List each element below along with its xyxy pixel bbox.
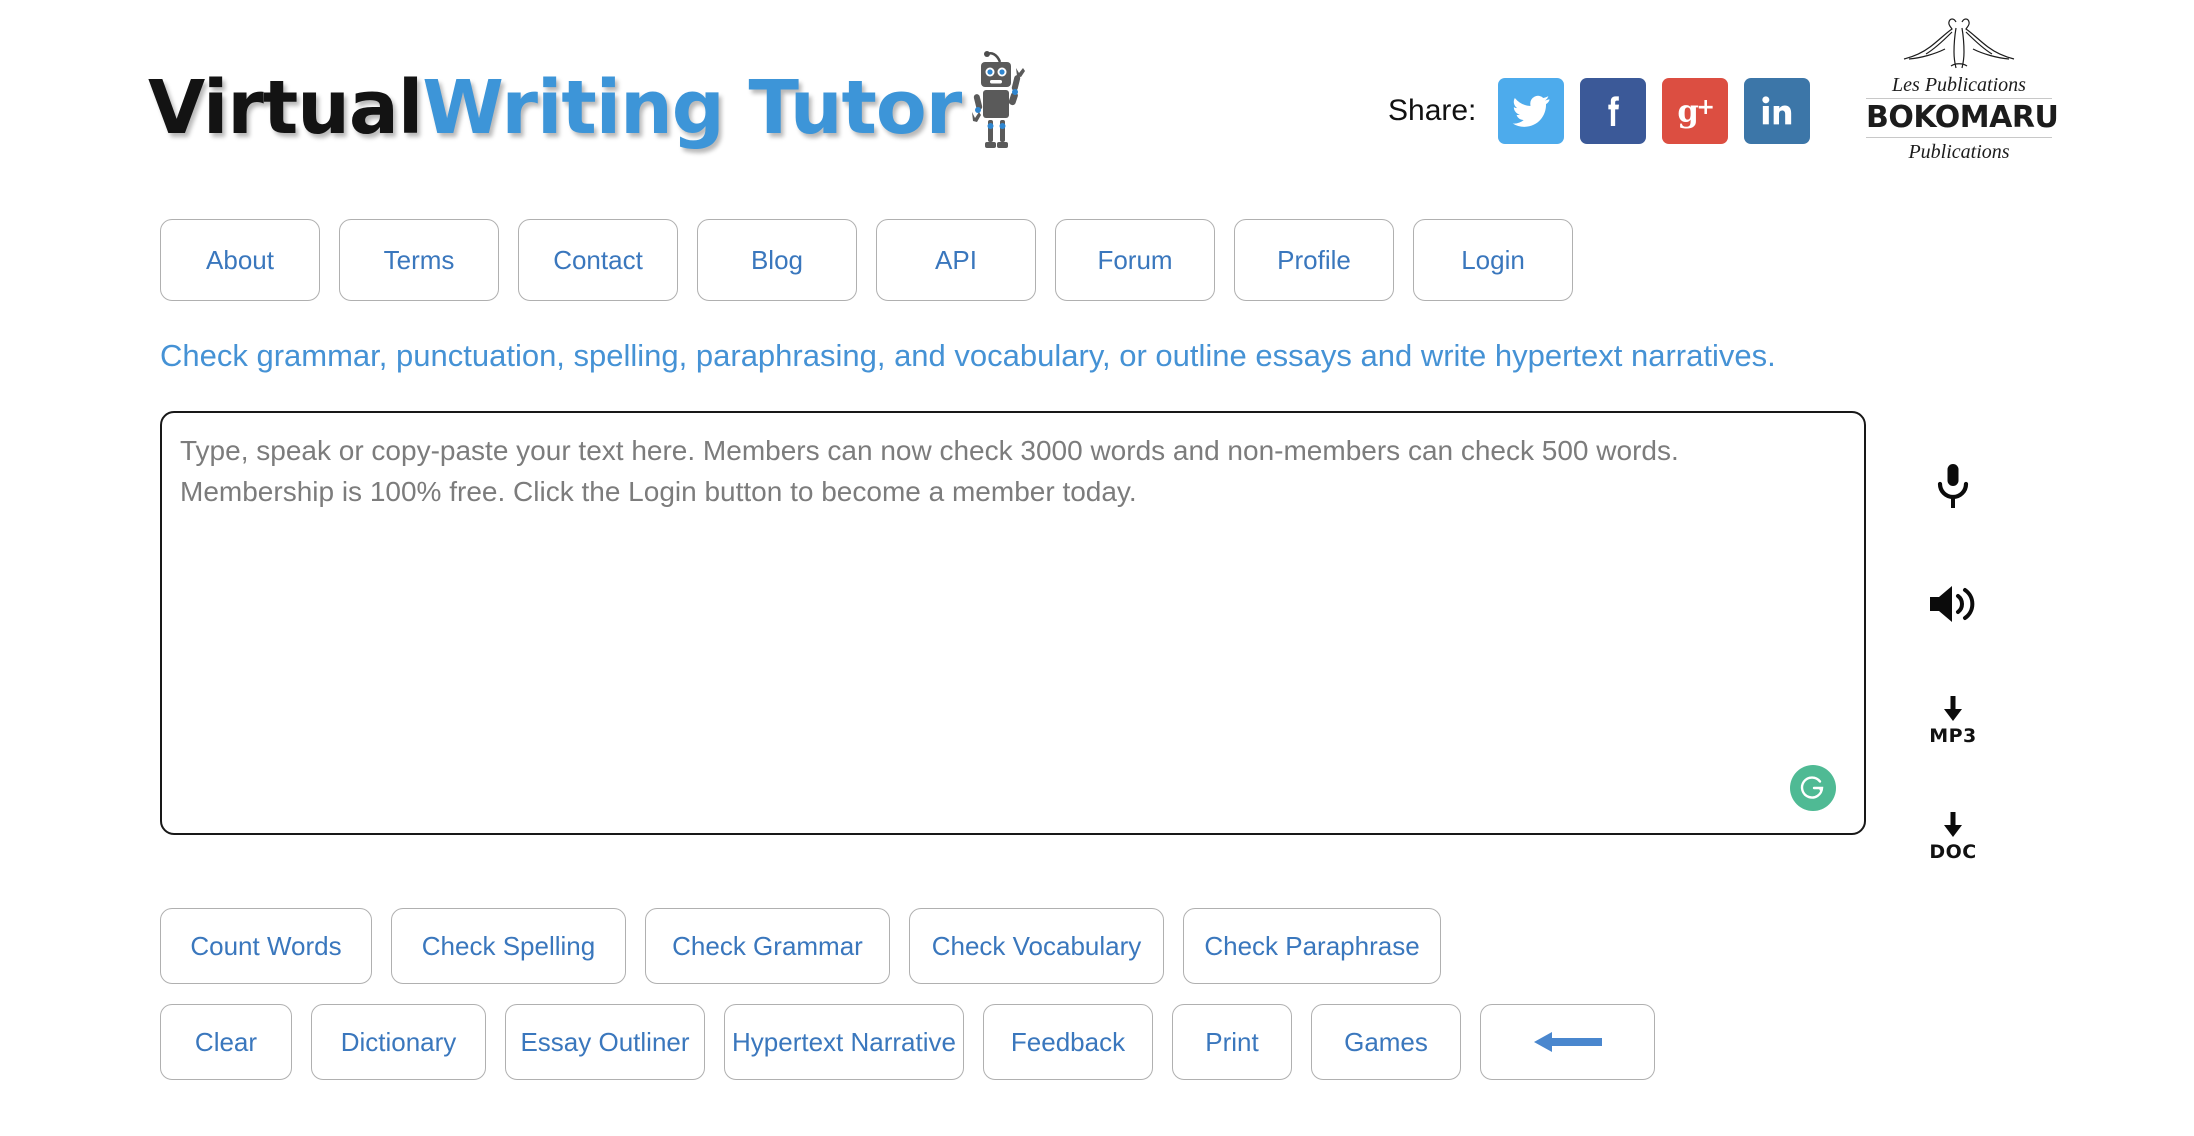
logo-text: VirtualWriting Tutor [148, 71, 962, 145]
nav-item-profile[interactable]: Profile [1234, 219, 1394, 301]
microphone-icon [1937, 464, 1969, 508]
check-vocabulary-button[interactable]: Check Vocabulary [909, 908, 1164, 984]
text-editor-area[interactable]: Type, speak or copy-paste your text here… [160, 411, 1866, 835]
download-mp3-label: MP3 [1929, 724, 1977, 747]
logo-word-writing-tutor: Writing Tutor [422, 65, 962, 151]
print-button[interactable]: Print [1172, 1004, 1292, 1080]
linkedin-icon[interactable] [1744, 78, 1811, 144]
nav-item-blog[interactable]: Blog [697, 219, 857, 301]
publisher-line-3: Publications [1908, 140, 2010, 163]
publisher-line-1: Les Publications [1866, 74, 2052, 99]
nav-item-terms[interactable]: Terms [339, 219, 499, 301]
main-navigation: About Terms Contact Blog API Forum Profi… [160, 219, 1573, 301]
nav-item-contact[interactable]: Contact [518, 219, 678, 301]
clear-button[interactable]: Clear [160, 1004, 292, 1080]
editor-tools-sidebar: MP3 DOC [1908, 430, 1998, 894]
facebook-icon[interactable] [1580, 78, 1647, 144]
editor-placeholder-text: Type, speak or copy-paste your text here… [180, 435, 1679, 507]
action-buttons: Count Words Check Spelling Check Grammar… [160, 908, 1950, 1100]
download-doc-label: DOC [1929, 840, 1977, 863]
dictionary-button[interactable]: Dictionary [311, 1004, 486, 1080]
download-mp3-button[interactable]: MP3 [1929, 662, 1977, 778]
nav-item-api[interactable]: API [876, 219, 1036, 301]
games-button[interactable]: Games [1311, 1004, 1461, 1080]
count-words-button[interactable]: Count Words [160, 908, 372, 984]
nav-item-login[interactable]: Login [1413, 219, 1573, 301]
check-grammar-button[interactable]: Check Grammar [645, 908, 890, 984]
google-plus-icon[interactable]: g + [1662, 78, 1729, 144]
site-logo[interactable]: VirtualWriting Tutor [148, 48, 1037, 148]
page-tagline: Check grammar, punctuation, spelling, pa… [160, 338, 1776, 373]
download-doc-button[interactable]: DOC [1929, 778, 1976, 894]
download-arrow-icon [1944, 811, 1962, 837]
speaker-icon [1930, 586, 1975, 622]
nav-item-forum[interactable]: Forum [1055, 219, 1215, 301]
essay-outliner-button[interactable]: Essay Outliner [505, 1004, 705, 1080]
action-row-secondary: Clear Dictionary Essay Outliner Hypertex… [160, 1004, 1950, 1080]
microphone-button[interactable] [1930, 430, 1976, 546]
check-paraphrase-button[interactable]: Check Paraphrase [1183, 908, 1441, 984]
bokomaru-publisher-logo[interactable]: Les Publications BOKOMARU Publications [1866, 14, 2059, 164]
publisher-line-2: BOKOMARU [1866, 99, 2059, 138]
svg-text:+: + [1697, 95, 1715, 120]
action-row-primary: Count Words Check Spelling Check Grammar… [160, 908, 1950, 984]
back-arrow-button[interactable] [1480, 1004, 1655, 1080]
robot-icon [967, 48, 1037, 153]
share-bar: Share: g + [1388, 78, 1811, 144]
share-label: Share: [1388, 94, 1477, 127]
back-arrow-icon [1533, 1032, 1602, 1052]
feedback-button[interactable]: Feedback [983, 1004, 1153, 1080]
logo-word-virtual: Virtual [148, 65, 423, 151]
nav-item-about[interactable]: About [160, 219, 320, 301]
twitter-icon[interactable] [1498, 78, 1565, 144]
speaker-button[interactable] [1926, 546, 1980, 662]
page-header: VirtualWriting Tutor Share: g + Les Publ… [0, 0, 2194, 200]
check-spelling-button[interactable]: Check Spelling [391, 908, 626, 984]
grammarly-icon[interactable] [1790, 765, 1836, 811]
download-arrow-icon [1944, 695, 1962, 721]
hypertext-narrative-button[interactable]: Hypertext Narrative [724, 1004, 964, 1080]
